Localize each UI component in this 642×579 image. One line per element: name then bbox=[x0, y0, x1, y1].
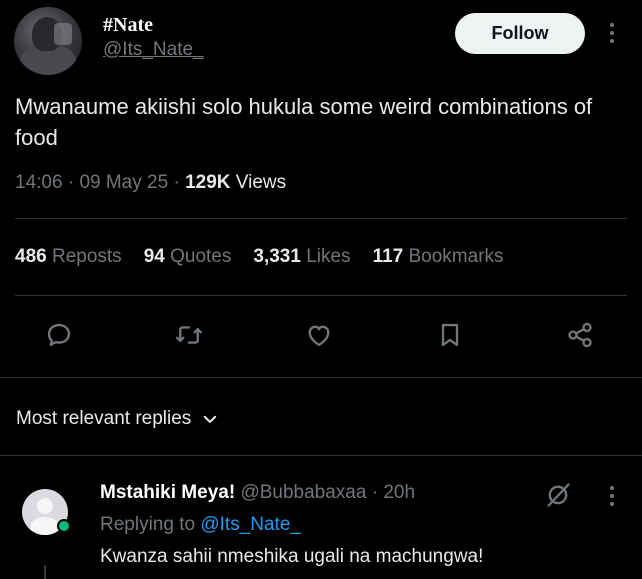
stat-label: Bookmarks bbox=[408, 246, 504, 267]
more-options-icon[interactable] bbox=[608, 23, 616, 43]
divider bbox=[15, 218, 627, 219]
stat-reposts[interactable]: 486 Reposts bbox=[15, 246, 122, 268]
views-count: 129K bbox=[185, 172, 231, 193]
repost-button[interactable] bbox=[172, 318, 206, 352]
tweet-date[interactable]: 09 May 25 bbox=[79, 172, 168, 193]
stat-likes[interactable]: 3,331 Likes bbox=[253, 246, 350, 268]
meta-separator: · bbox=[67, 172, 75, 193]
meta-separator: · bbox=[173, 172, 180, 193]
reply-separator: · bbox=[371, 482, 379, 503]
views-label: Views bbox=[235, 172, 287, 193]
reply-time[interactable]: 20h bbox=[383, 482, 415, 503]
reply-display-name[interactable]: Mstahiki Meya! bbox=[100, 482, 235, 503]
replies-sort-label: Most relevant replies bbox=[16, 408, 192, 429]
stat-bookmarks[interactable]: 117 Bookmarks bbox=[373, 246, 504, 268]
stat-count: 3,331 bbox=[253, 246, 301, 267]
share-button[interactable] bbox=[563, 318, 597, 352]
thread-line bbox=[44, 565, 46, 579]
author-avatar[interactable] bbox=[14, 7, 82, 75]
stat-label: Quotes bbox=[170, 246, 232, 267]
stat-count: 94 bbox=[143, 246, 165, 267]
stat-label: Reposts bbox=[51, 246, 122, 267]
bookmark-button[interactable] bbox=[433, 318, 467, 352]
tweet-time[interactable]: 14:06 bbox=[15, 172, 63, 193]
like-icon bbox=[308, 325, 330, 347]
reply-icon bbox=[47, 323, 71, 347]
bookmark-icon bbox=[441, 323, 459, 347]
replying-handle-link[interactable]: @Its_Nate_ bbox=[200, 514, 301, 535]
chevron-down-icon bbox=[204, 415, 217, 423]
stat-count: 117 bbox=[372, 246, 404, 267]
divider bbox=[15, 295, 627, 296]
author-handle[interactable]: @Its_Nate_ bbox=[103, 39, 204, 61]
divider bbox=[0, 377, 642, 378]
reply-header: Mstahiki Meya! @Bubbabaxaa · 20h bbox=[100, 482, 415, 504]
reply-button[interactable] bbox=[42, 318, 76, 352]
divider bbox=[0, 455, 642, 456]
like-button[interactable] bbox=[302, 318, 336, 352]
grok-icon[interactable] bbox=[544, 481, 572, 509]
tweet-text: Mwanaume akiishi solo hukula some weird … bbox=[15, 94, 593, 150]
reply-handle[interactable]: @Bubbabaxaa bbox=[240, 482, 366, 503]
stat-count: 486 bbox=[15, 246, 47, 267]
stat-quotes[interactable]: 94 Quotes bbox=[144, 246, 232, 268]
author-display-name[interactable]: #Nate bbox=[103, 14, 153, 37]
reply-text: Kwanza sahii nmeshika ugali na machungwa… bbox=[100, 546, 484, 567]
repost-icon bbox=[175, 326, 203, 344]
follow-button[interactable]: Follow bbox=[455, 13, 585, 54]
reply-more-options-icon[interactable] bbox=[608, 486, 616, 506]
replying-prefix: Replying to bbox=[100, 514, 196, 535]
share-icon bbox=[568, 322, 592, 348]
replying-to: Replying to @Its_Nate_ bbox=[100, 514, 301, 536]
replies-sort-dropdown[interactable]: Most relevant replies bbox=[16, 408, 219, 430]
stat-label: Likes bbox=[306, 246, 351, 267]
online-indicator bbox=[57, 519, 71, 533]
tweet-meta: 14:06 · 09 May 25 · 129K Views bbox=[15, 172, 286, 194]
engagement-stats: 486 Reposts 94 Quotes 3,331 Likes 117 Bo… bbox=[15, 246, 526, 268]
